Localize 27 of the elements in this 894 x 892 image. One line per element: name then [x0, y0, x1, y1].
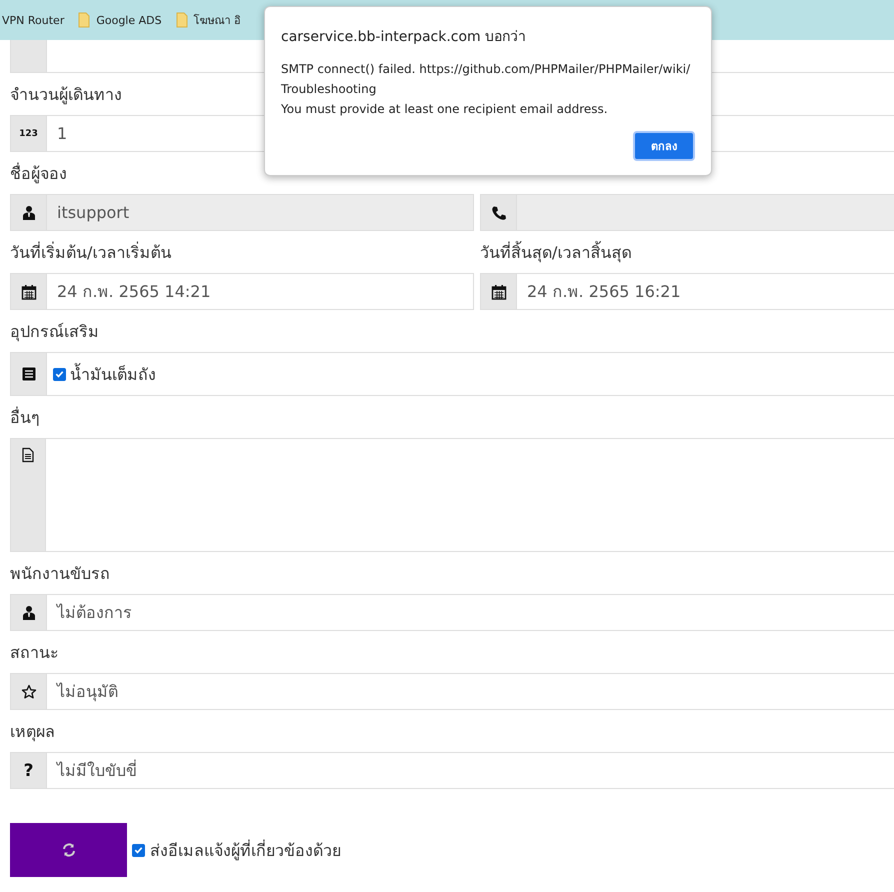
folder-icon: [176, 12, 188, 28]
field-label: อื่นๆ: [10, 406, 40, 428]
field-label: ชื่อผู้จอง: [10, 162, 67, 186]
dialog-title: carservice.bb-interpack.com บอกว่า: [281, 28, 528, 47]
document-icon: [20, 447, 36, 463]
list-icon: [20, 366, 36, 382]
checkbox[interactable]: [132, 844, 145, 856]
bookmark[interactable]: Google ADS: [78, 12, 162, 28]
input-addon-icon: 123: [19, 128, 38, 138]
dialog-message: Troubleshooting: [281, 81, 378, 98]
bookmark[interactable]: VPN Router: [2, 14, 64, 26]
dialog-message: You must provide at least one recipient email address.: [281, 101, 609, 118]
field-label: วันที่เริ่มต้น/เวลาเริ่มต้น: [10, 240, 172, 264]
refresh-icon: [60, 842, 76, 858]
bookmark[interactable]: โฆษณา อิ: [176, 11, 242, 29]
field-label: สถานะ: [10, 642, 59, 664]
field-label: อุปกรณ์เสริม: [10, 320, 99, 344]
field-label: วันที่สิ้นสุด/เวลาสิ้นสุด: [480, 240, 632, 264]
checkbox[interactable]: [53, 368, 66, 380]
field-label: จำนวนผู้เดินทาง: [10, 84, 122, 106]
dialog-message: SMTP connect() failed. https://github.com/PHPMailer/PHPMailer/wiki/: [281, 61, 692, 78]
checkbox-label: น้ำมันเต็มถัง: [70, 362, 156, 386]
checkbox-label: ส่งอีเมลแจ้งผู้ที่เกี่ยวข้องด้วย: [150, 838, 341, 862]
ok-button[interactable]: ตกลง: [633, 131, 695, 161]
field-label: เหตุผล: [10, 720, 55, 744]
folder-icon: [78, 12, 90, 28]
field-label: พนักงานขับรถ: [10, 562, 110, 584]
